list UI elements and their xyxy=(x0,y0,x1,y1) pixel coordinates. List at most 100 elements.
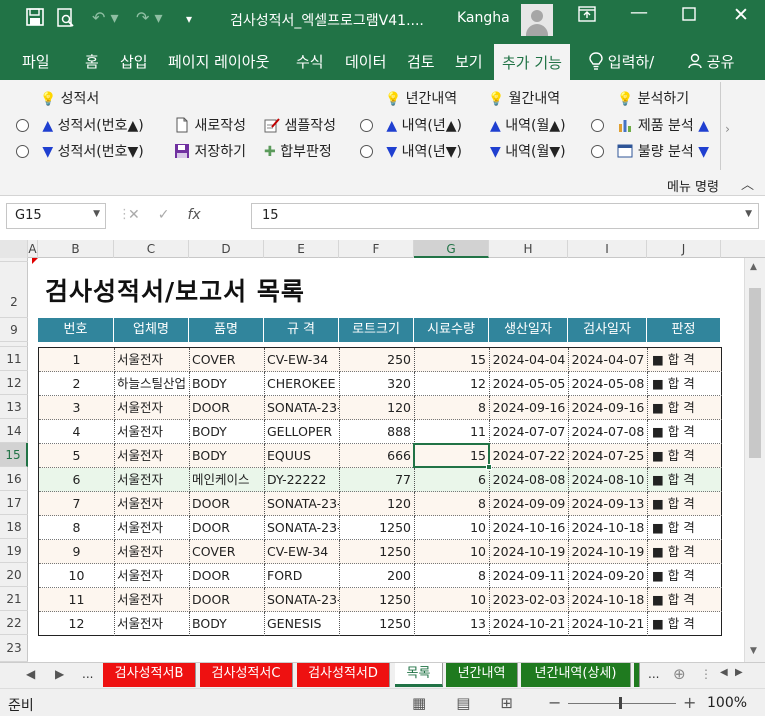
row-header-selected[interactable]: 15 xyxy=(0,443,28,467)
prev-sheet-icon[interactable]: ◀ xyxy=(26,667,35,681)
cell-sample-qty[interactable]: 13 xyxy=(415,612,490,636)
tab-review[interactable]: 검토 xyxy=(407,51,435,72)
sheet-tab[interactable]: 검사성적서D xyxy=(297,663,390,687)
monthly-desc-option[interactable]: ▼ 내역(월▼) xyxy=(490,141,566,161)
cell-company[interactable]: 서울전자 xyxy=(115,348,190,372)
cell-company[interactable]: 서울전자 xyxy=(115,540,190,564)
cell-sample-qty[interactable]: 10 xyxy=(415,540,490,564)
col-header-h[interactable]: H xyxy=(489,240,568,258)
col-header-c[interactable]: C xyxy=(114,240,189,258)
tab-data[interactable]: 데이터 xyxy=(345,51,386,72)
select-all-corner[interactable] xyxy=(0,240,28,258)
cell-production-date[interactable]: 2024-07-07 xyxy=(490,420,569,444)
redo-icon[interactable]: ↷ ▾ xyxy=(136,8,163,27)
tab-view[interactable]: 보기 xyxy=(455,51,483,72)
more-sheets-icon[interactable]: ... xyxy=(82,667,93,681)
cell-sample-qty[interactable]: 6 xyxy=(415,468,490,492)
cell-lot-size[interactable]: 77 xyxy=(340,468,415,492)
tab-file[interactable]: 파일 xyxy=(22,51,50,72)
cell-number[interactable]: 1 xyxy=(39,348,115,372)
cell-judgement[interactable]: ■ 합 격 xyxy=(648,516,722,540)
analysis-group-header[interactable]: 💡 분석하기 xyxy=(617,88,689,108)
defect-analysis-option[interactable]: 불량 분석 ▼ xyxy=(591,141,709,161)
tab-insert[interactable]: 삽입 xyxy=(120,51,148,72)
cell-judgement[interactable]: ■ 합 격 xyxy=(648,588,722,612)
row-header[interactable]: 20 xyxy=(0,563,28,587)
sheet-tab[interactable]: 검사성적서B xyxy=(103,663,196,687)
cell-sample-qty[interactable]: 11 xyxy=(415,420,490,444)
cell-spec[interactable]: CV-EW-34 xyxy=(265,540,340,564)
cell-item[interactable]: 메인케이스 xyxy=(190,468,265,492)
radio-icon[interactable] xyxy=(591,145,604,158)
cell-item[interactable]: COVER xyxy=(190,540,265,564)
cell-number[interactable]: 3 xyxy=(39,396,115,420)
yearly-desc-option[interactable]: ▼ 내역(년▼) xyxy=(360,141,462,161)
cell-item[interactable]: BODY xyxy=(190,444,265,468)
cell-number[interactable]: 6 xyxy=(39,468,115,492)
cell-spec[interactable]: EQUUS xyxy=(265,444,340,468)
tab-home[interactable]: 홈 xyxy=(85,51,99,72)
cell-lot-size[interactable]: 120 xyxy=(340,492,415,516)
share-button[interactable]: 공유 xyxy=(688,51,734,72)
cell-judgement[interactable]: ■ 합 격 xyxy=(648,468,722,492)
col-header-g[interactable]: G xyxy=(414,240,489,258)
cell-spec[interactable]: GENESIS xyxy=(265,612,340,636)
tell-me-box[interactable]: 입력하/ xyxy=(589,51,654,72)
report-group-header[interactable]: 💡 성적서 xyxy=(40,88,99,108)
row-header[interactable]: 14 xyxy=(0,419,28,443)
sheet-tab[interactable]: 년간내역(상세) xyxy=(521,663,631,687)
cell-item[interactable]: BODY xyxy=(190,420,265,444)
row-header[interactable]: 21 xyxy=(0,587,28,611)
cell-production-date[interactable]: 2024-09-16 xyxy=(490,396,569,420)
scroll-up-icon[interactable]: ▲ xyxy=(750,262,757,272)
cell-judgement[interactable]: ■ 합 격 xyxy=(648,420,722,444)
h-scroll-left-icon[interactable]: ◀ xyxy=(720,667,728,678)
user-name[interactable]: Kangha xyxy=(457,10,510,26)
row-header[interactable]: 19 xyxy=(0,539,28,563)
row-header[interactable]: 12 xyxy=(0,371,28,395)
row-header[interactable]: 22 xyxy=(0,611,28,635)
monthly-group-header[interactable]: 💡 월간내역 xyxy=(488,88,560,108)
scroll-down-icon[interactable]: ▼ xyxy=(750,646,757,656)
cell-number[interactable]: 11 xyxy=(39,588,115,612)
cell-inspection-date[interactable]: 2024-05-08 xyxy=(569,372,648,396)
cell-inspection-date[interactable]: 2024-10-21 xyxy=(569,612,648,636)
cell-number[interactable]: 4 xyxy=(39,420,115,444)
zoom-level[interactable]: 100% xyxy=(707,695,747,711)
cell-inspection-date[interactable]: 2024-10-18 xyxy=(569,516,648,540)
cell-number[interactable]: 8 xyxy=(39,516,115,540)
col-header-a[interactable]: A xyxy=(28,240,38,258)
ribbon-scroll[interactable]: › xyxy=(720,82,734,170)
zoom-slider[interactable] xyxy=(568,703,676,704)
cell-company[interactable]: 서울전자 xyxy=(115,516,190,540)
monthly-asc-option[interactable]: ▲ 내역(월▲) xyxy=(490,115,566,135)
cell-inspection-date[interactable]: 2024-10-18 xyxy=(569,588,648,612)
cell-inspection-date[interactable]: 2024-09-20 xyxy=(569,564,648,588)
cell-number[interactable]: 10 xyxy=(39,564,115,588)
cell-lot-size[interactable]: 1250 xyxy=(340,588,415,612)
cell-production-date[interactable]: 2024-10-21 xyxy=(490,612,569,636)
col-header-j[interactable]: J xyxy=(647,240,721,258)
cell-sample-qty[interactable]: 8 xyxy=(415,396,490,420)
row-header[interactable]: 9 xyxy=(0,318,28,342)
pass-fail-button[interactable]: ✚ 합부판정 xyxy=(264,141,332,161)
cancel-icon[interactable]: ✕ xyxy=(128,207,140,223)
report-number-desc-option[interactable]: ▼ 성적서(번호▼) xyxy=(16,141,144,161)
cell-production-date[interactable]: 2024-07-22 xyxy=(490,444,569,468)
report-number-asc-option[interactable]: ▲ 성적서(번호▲) xyxy=(16,115,144,135)
chevron-right-icon[interactable]: › xyxy=(725,122,730,136)
minimize-icon[interactable]: — xyxy=(630,2,648,23)
cell-judgement[interactable]: ■ 합 격 xyxy=(648,372,722,396)
vertical-scrollbar[interactable]: ▲ ▼ xyxy=(744,258,765,662)
cell-judgement[interactable]: ■ 합 격 xyxy=(648,444,722,468)
tab-formulas[interactable]: 수식 xyxy=(296,51,324,72)
maximize-icon[interactable] xyxy=(682,6,696,25)
col-header-d[interactable]: D xyxy=(189,240,264,258)
col-header-f[interactable]: F xyxy=(339,240,414,258)
radio-icon[interactable] xyxy=(16,119,29,132)
cell-item[interactable]: BODY xyxy=(190,612,265,636)
cell-judgement[interactable]: ■ 합 격 xyxy=(648,396,722,420)
undo-icon[interactable]: ↶ ▾ xyxy=(92,8,119,27)
row-header[interactable]: 13 xyxy=(0,395,28,419)
cell-inspection-date[interactable]: 2024-09-16 xyxy=(569,396,648,420)
